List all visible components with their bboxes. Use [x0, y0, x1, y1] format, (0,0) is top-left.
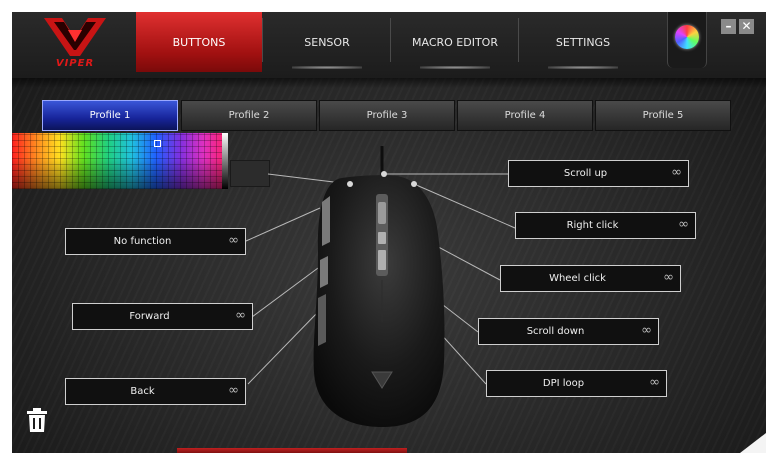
side-button-back [318, 294, 326, 346]
button-assign-right-click[interactable]: Right click ∞ [515, 212, 696, 239]
infinity-icon: ∞ [678, 217, 689, 232]
button-assign-side-top[interactable]: No function ∞ [65, 228, 246, 255]
app-window: VIPER BUTTONS SENSOR MACRO EDITOR SETTIN… [12, 12, 766, 453]
side-button-forward [320, 256, 328, 288]
anchor-dot [381, 171, 387, 177]
button-assign-forward[interactable]: Forward ∞ [72, 303, 253, 330]
anchor-dot [411, 181, 417, 187]
assign-label: Scroll up [563, 168, 608, 179]
assign-label: Right click [566, 220, 619, 231]
button-assign-scroll-down[interactable]: Scroll down ∞ [478, 318, 659, 345]
assign-label: Scroll down [526, 326, 585, 337]
assign-label: Wheel click [549, 273, 606, 284]
dpi-button-up [378, 232, 386, 244]
assign-label: No function [113, 236, 172, 247]
infinity-icon: ∞ [649, 375, 660, 390]
assign-label: Back [130, 386, 155, 397]
scroll-wheel [378, 202, 386, 224]
button-assign-back[interactable]: Back ∞ [65, 378, 246, 405]
bottom-accent-bar [177, 448, 407, 453]
button-assign-dpi-loop[interactable]: DPI loop ∞ [486, 370, 667, 397]
side-button-top [322, 196, 330, 246]
button-assign-scroll-up[interactable]: Scroll up ∞ [508, 160, 689, 187]
assign-label: DPI loop [542, 378, 585, 389]
infinity-icon: ∞ [228, 383, 239, 398]
trash-icon [27, 408, 47, 432]
window-corner [740, 433, 766, 453]
infinity-icon: ∞ [671, 165, 682, 180]
infinity-icon: ∞ [663, 270, 674, 285]
dpi-button-down [378, 250, 386, 270]
anchor-dot [347, 181, 353, 187]
button-assign-wheel-click[interactable]: Wheel click ∞ [500, 265, 681, 292]
assign-label: Forward [129, 311, 170, 322]
delete-profile-button[interactable] [27, 408, 47, 436]
infinity-icon: ∞ [235, 308, 246, 323]
infinity-icon: ∞ [641, 323, 652, 338]
infinity-icon: ∞ [228, 233, 239, 248]
